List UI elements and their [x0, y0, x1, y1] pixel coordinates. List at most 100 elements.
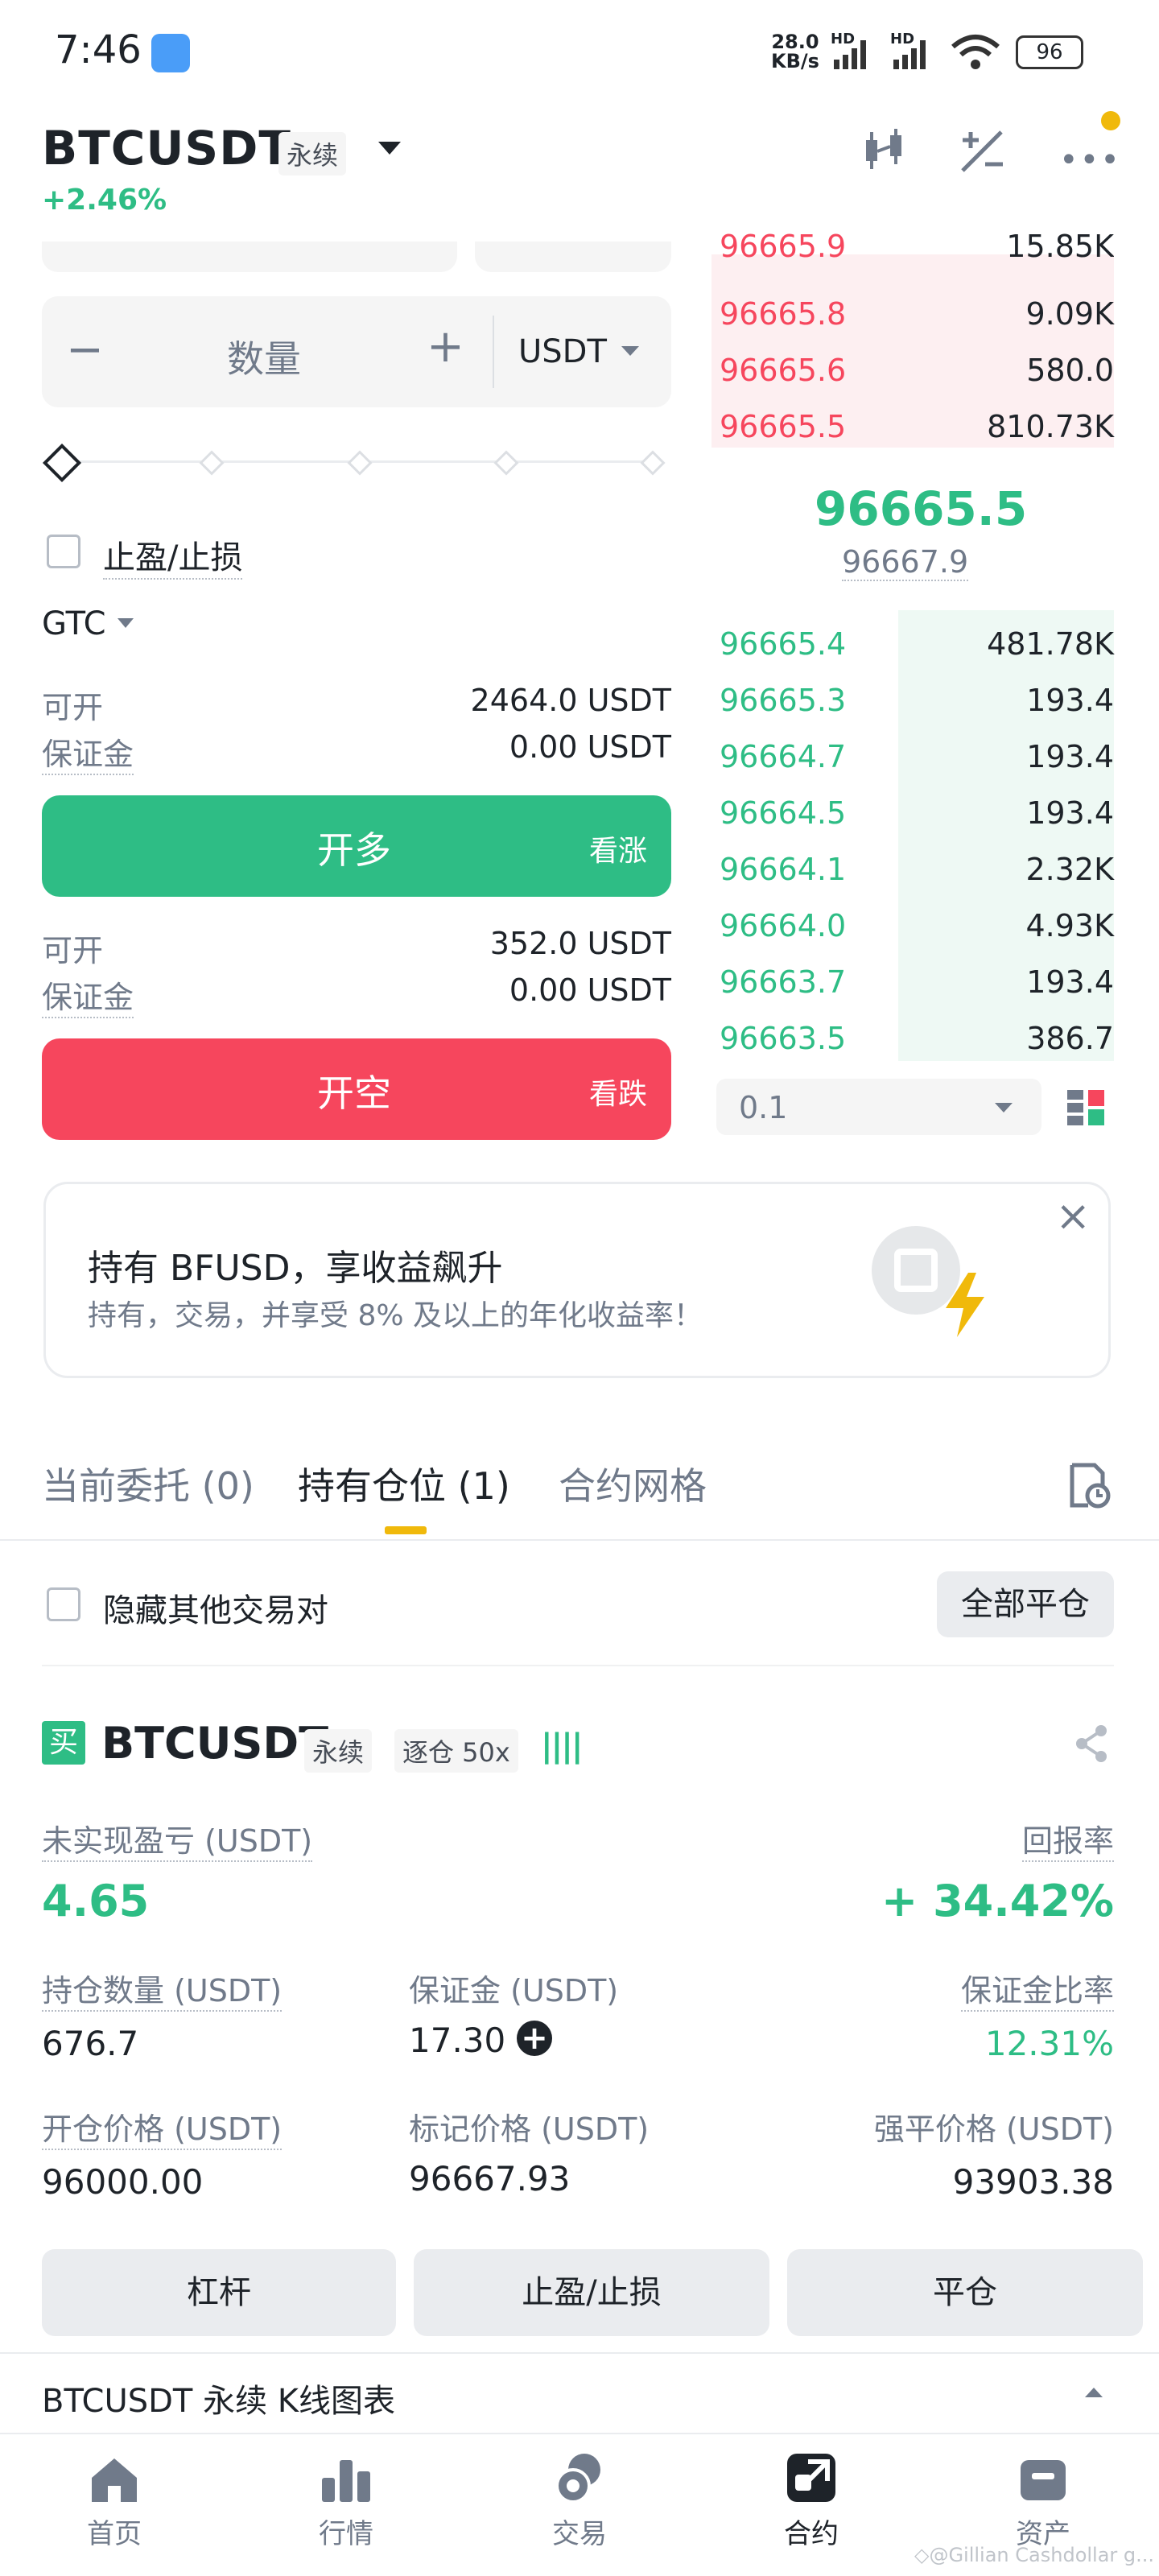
close-all-button[interactable]: 全部平仓: [937, 1571, 1114, 1637]
pair-title[interactable]: BTCUSDT: [42, 121, 291, 175]
open-long-button[interactable]: 开多 看涨: [42, 795, 671, 897]
bid-row[interactable]: 96664.1 2.32K: [711, 842, 1114, 898]
trade-icon: [499, 2447, 660, 2504]
tpsl-checkbox[interactable]: [47, 535, 80, 568]
calculator-icon[interactable]: [958, 129, 1006, 177]
bid-row[interactable]: 96664.5 193.4: [711, 786, 1114, 842]
bid-row[interactable]: 96664.7 193.4: [711, 729, 1114, 786]
net-speed-unit: KB/s: [771, 50, 819, 72]
tab-open-orders[interactable]: 当前委托 (0): [42, 1457, 254, 1510]
signal-icon: HD: [829, 31, 877, 71]
orderbook-layout-icon[interactable]: [1067, 1088, 1106, 1130]
size-label[interactable]: 持仓数量 (USDT): [42, 1966, 283, 2012]
position-type-tag: 永续: [304, 1729, 373, 1773]
chevron-up-icon[interactable]: [1085, 2388, 1103, 2397]
ask-price: 96665.9: [720, 233, 847, 264]
bid-row[interactable]: 96663.7 193.4: [711, 955, 1114, 1011]
ask-row[interactable]: 96665.5 810.73K: [711, 399, 1114, 456]
slider-handle[interactable]: [42, 443, 82, 483]
tab-active-indicator: [385, 1526, 427, 1534]
nav-assets[interactable]: 资产: [963, 2447, 1124, 2551]
bid-price: 96665.4: [720, 626, 847, 662]
bid-row[interactable]: 96665.3 193.4: [711, 673, 1114, 729]
quantity-plus-button[interactable]: +: [427, 320, 464, 373]
roe-label[interactable]: 回报率: [1021, 1816, 1114, 1862]
unrealized-pnl-label[interactable]: 未实现盈亏 (USDT): [42, 1816, 313, 1862]
nav-home-label: 首页: [87, 2518, 142, 2550]
pair-dropdown-icon[interactable]: [378, 142, 401, 155]
candlestick-chart-icon[interactable]: [861, 127, 913, 175]
bid-qty: 193.4: [1026, 795, 1114, 831]
entry-price-label[interactable]: 开仓价格 (USDT): [42, 2104, 283, 2150]
ask-row[interactable]: 96665.6 580.0: [711, 343, 1114, 399]
bid-qty: 193.4: [1026, 739, 1114, 774]
kline-chart-bar[interactable]: BTCUSDT 永续 K线图表: [0, 2352, 1159, 2434]
leverage-button[interactable]: 杠杆: [42, 2249, 396, 2336]
time-in-force-selector[interactable]: GTC: [42, 605, 106, 642]
wifi-icon: [950, 32, 1001, 76]
futures-icon: [731, 2447, 892, 2504]
nav-trade-label: 交易: [552, 2518, 607, 2550]
bid-row[interactable]: 96663.5 386.7: [711, 1011, 1114, 1067]
quantity-input[interactable]: − 数量 + USDT: [42, 296, 671, 407]
short-margin-label: 保证金: [42, 972, 134, 1018]
unit-dropdown-icon[interactable]: [621, 346, 639, 356]
margin-value: 17.30: [409, 2021, 506, 2060]
roe-value: + 34.42%: [881, 1876, 1114, 1926]
margin-ratio-label[interactable]: 保证金比率: [960, 1966, 1114, 2012]
last-price: 96665.5: [815, 481, 1028, 536]
tif-dropdown-icon[interactable]: [118, 618, 134, 628]
precision-value: 0.1: [739, 1090, 788, 1125]
bid-qty: 193.4: [1026, 964, 1114, 1000]
tab-grid[interactable]: 合约网格: [559, 1457, 707, 1510]
tpsl-button[interactable]: 止盈/止损: [414, 2249, 769, 2336]
long-available-label: 可开: [42, 690, 104, 725]
ask-qty: 810.73K: [987, 409, 1114, 444]
precision-selector[interactable]: 0.1: [716, 1079, 1041, 1135]
nav-home[interactable]: 首页: [34, 2447, 195, 2551]
long-margin-value: 0.00 USDT: [509, 729, 671, 765]
open-short-sub: 看跌: [588, 1078, 647, 1111]
mark-price-value: 96667.93: [409, 2159, 571, 2198]
contract-type-tag: 永续: [278, 132, 347, 175]
margin-label: 保证金 (USDT): [409, 1973, 619, 2008]
close-position-button[interactable]: 平仓: [787, 2249, 1143, 2336]
ask-price: 96665.8: [720, 296, 847, 332]
bid-row[interactable]: 96664.0 4.93K: [711, 898, 1114, 955]
type-input-cut[interactable]: [475, 242, 671, 272]
tpsl-label[interactable]: 止盈/止损: [103, 531, 243, 580]
ask-row[interactable]: 96665.8 9.09K: [711, 287, 1114, 343]
promo-banner[interactable]: 持有 BFUSD，享收益飙升 持有，交易，并享受 8% 及以上的年化收益率！ ×: [43, 1182, 1111, 1378]
unit-selector[interactable]: USDT: [518, 333, 607, 370]
add-margin-icon[interactable]: +: [517, 2021, 552, 2056]
margin-ratio-value: 12.31%: [984, 2024, 1114, 2063]
order-history-icon[interactable]: [1067, 1462, 1111, 1512]
network-speed: 28.0 KB/s: [771, 32, 819, 71]
position-pair[interactable]: BTCUSDT: [101, 1718, 328, 1769]
price-input-cut[interactable]: [42, 242, 457, 272]
adl-indicator-icon: ||||: [541, 1728, 583, 1765]
nav-futures[interactable]: 合约: [731, 2447, 892, 2551]
price-change: +2.46%: [42, 184, 167, 217]
share-icon[interactable]: [1074, 1724, 1109, 1766]
banner-close-icon[interactable]: ×: [1055, 1192, 1091, 1241]
open-short-button[interactable]: 开空 看跌: [42, 1038, 671, 1140]
nav-trade[interactable]: 交易: [499, 2447, 660, 2551]
more-menu-icon[interactable]: •••: [1059, 142, 1121, 179]
entry-price-value: 96000.00: [42, 2162, 204, 2202]
ask-row[interactable]: 96665.9 15.85K: [711, 233, 1114, 270]
liq-price-label: 强平价格 (USDT): [873, 2112, 1114, 2147]
margin-mode-tag[interactable]: 逐仓 50x: [394, 1729, 518, 1773]
toolbar-divider: [42, 1665, 1114, 1666]
nav-markets[interactable]: 行情: [266, 2447, 427, 2551]
hide-pairs-label[interactable]: 隐藏其他交易对: [103, 1584, 328, 1631]
tab-positions[interactable]: 持有仓位 (1): [298, 1457, 510, 1510]
net-speed-value: 28.0: [771, 31, 819, 53]
wallet-icon: [963, 2447, 1124, 2504]
bid-row[interactable]: 96665.4 481.78K: [711, 617, 1114, 673]
hide-pairs-checkbox[interactable]: [47, 1587, 80, 1621]
input-divider: [493, 316, 494, 388]
quantity-minus-button[interactable]: −: [66, 324, 104, 376]
leverage-slider[interactable]: [42, 441, 666, 483]
ask-price: 96665.5: [720, 409, 847, 444]
